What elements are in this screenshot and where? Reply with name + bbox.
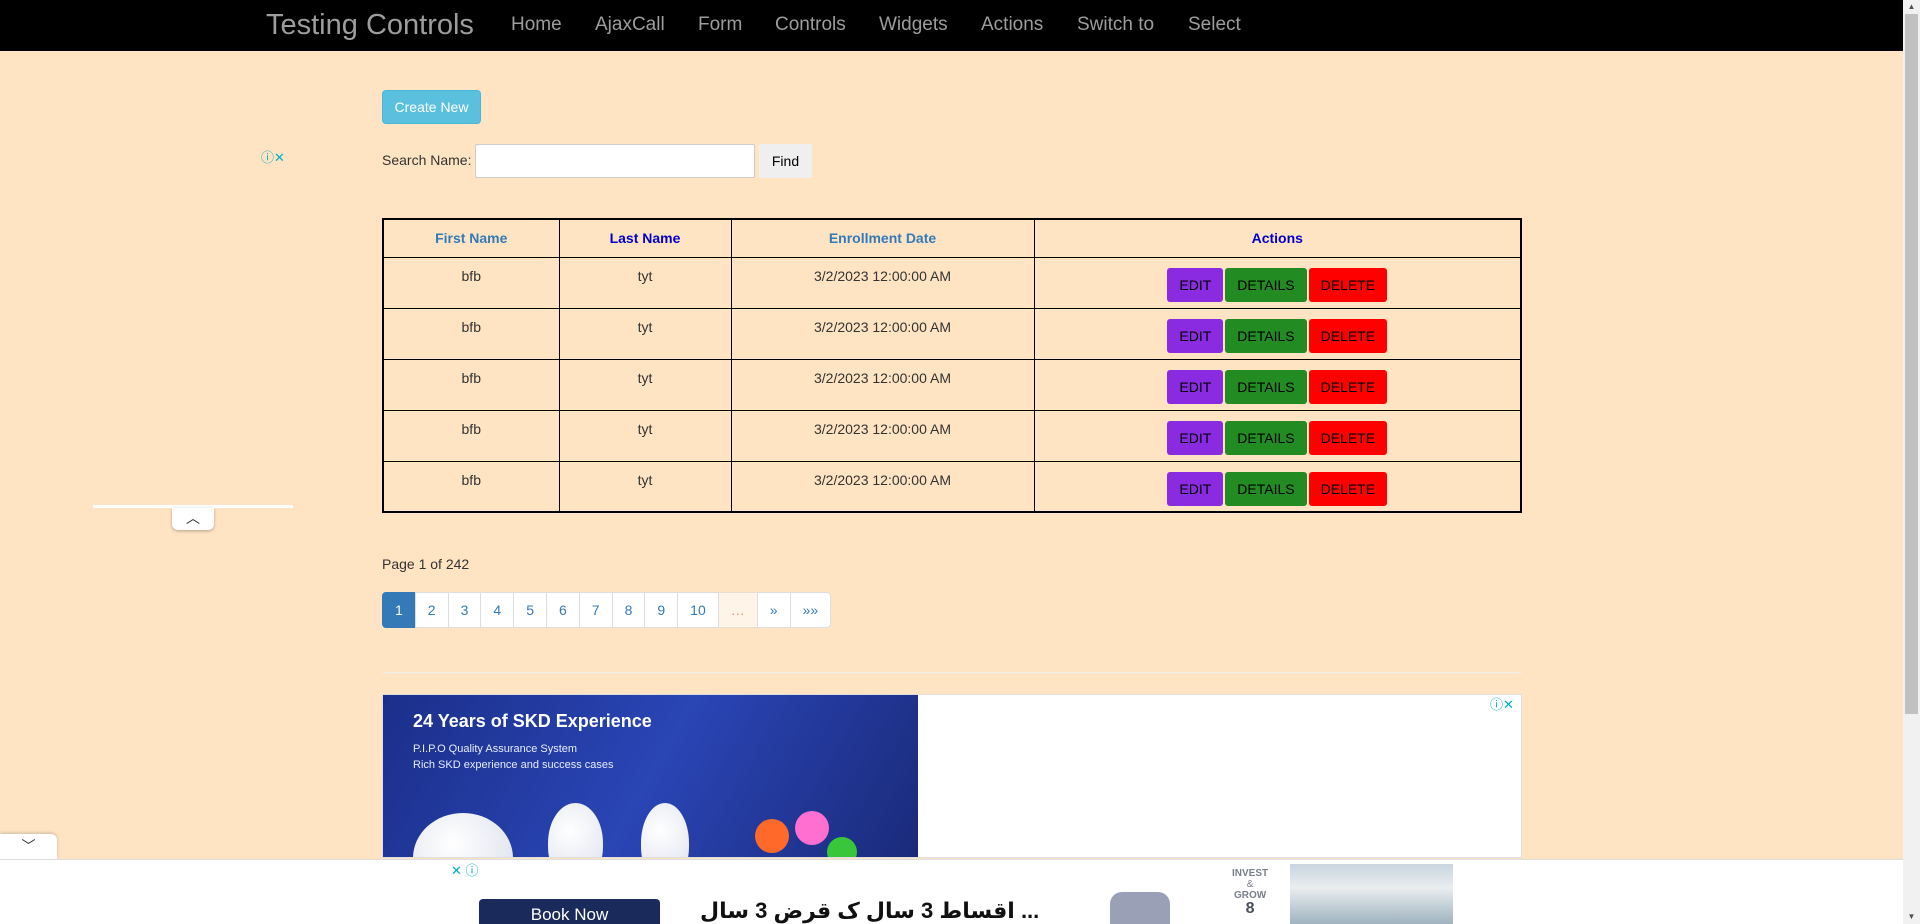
nav-select[interactable]: Select — [1188, 14, 1241, 36]
chevron-up-icon[interactable]: ︿ — [172, 508, 214, 530]
page-link-9[interactable]: 9 — [644, 592, 679, 628]
bulb-image — [755, 819, 789, 853]
building-image — [1290, 864, 1453, 924]
brand-logo-icon — [1110, 892, 1170, 924]
nav-widgets[interactable]: Widgets — [879, 14, 948, 36]
delete-button[interactable]: DELETE — [1308, 369, 1388, 404]
table-row: bfb tyt 3/2/2023 12:00:00 AM EDIT DETAILS… — [382, 358, 1522, 411]
pagination: 1 2 3 4 5 6 7 8 9 10 … » »» — [382, 592, 832, 628]
brand-link[interactable]: Testing Controls — [266, 9, 474, 41]
delete-button[interactable]: DELETE — [1308, 420, 1388, 455]
details-button[interactable]: DETAILS — [1225, 420, 1307, 455]
header-enrollment-date[interactable]: Enrollment Date — [730, 218, 1035, 258]
scroll-thumb[interactable] — [1905, 14, 1918, 714]
cell-enrollment-date: 3/2/2023 12:00:00 AM — [730, 409, 1035, 462]
page-link-7[interactable]: 7 — [578, 592, 613, 628]
banner-ad[interactable]: 24 Years of SKD Experience P.I.P.O Quali… — [382, 694, 1522, 858]
details-button[interactable]: DETAILS — [1225, 471, 1307, 506]
cell-enrollment-date: 3/2/2023 12:00:00 AM — [730, 256, 1035, 309]
page-info: Page 1 of 242 — [382, 556, 470, 572]
cell-first-name: bfb — [382, 256, 560, 309]
details-button[interactable]: DETAILS — [1225, 267, 1307, 302]
cell-last-name: tyt — [558, 409, 732, 462]
nav-actions[interactable]: Actions — [981, 14, 1043, 36]
cell-actions: EDIT DETAILS DELETE — [1033, 307, 1522, 360]
page-link-6[interactable]: 6 — [545, 592, 580, 628]
invest-grow-label: INVEST & GROW 8 — [1232, 868, 1269, 917]
page-link-2[interactable]: 2 — [414, 592, 449, 628]
page-ellipsis: … — [717, 592, 758, 628]
banner-ad-title: 24 Years of SKD Experience — [413, 711, 652, 731]
top-navbar: Testing Controls Home AjaxCall Form Cont… — [0, 0, 1903, 51]
header-last-name: Last Name — [558, 218, 732, 258]
cell-last-name: tyt — [558, 358, 732, 411]
delete-button[interactable]: DELETE — [1308, 267, 1388, 302]
ad-choices-icon[interactable]: ⓘ✕ — [1490, 694, 1514, 713]
bulb-image — [827, 837, 857, 857]
next-page-link[interactable]: » — [756, 592, 791, 628]
banner-ad-line: P.I.P.O Quality Assurance System — [413, 743, 578, 755]
bulb-image — [795, 811, 829, 845]
cell-first-name: bfb — [382, 307, 560, 360]
nav-switch-to[interactable]: Switch to — [1077, 14, 1154, 36]
page-link-5[interactable]: 5 — [513, 592, 547, 628]
edit-button[interactable]: EDIT — [1167, 471, 1224, 506]
students-table: First Name Last Name Enrollment Date Act… — [382, 218, 1522, 513]
page-link-4[interactable]: 4 — [480, 592, 515, 628]
scroll-down-icon[interactable]: ▼ — [1905, 911, 1918, 923]
edit-button[interactable]: EDIT — [1167, 420, 1224, 455]
page-link-3[interactable]: 3 — [447, 592, 482, 628]
book-now-button[interactable]: Book Now — [479, 899, 660, 924]
table-row: bfb tyt 3/2/2023 12:00:00 AM EDIT DETAILS… — [382, 409, 1522, 462]
nav-form[interactable]: Form — [698, 14, 742, 36]
cell-first-name: bfb — [382, 460, 560, 513]
ad-choices-icon[interactable]: ⓘ✕ — [261, 151, 285, 165]
table-row: bfb tyt 3/2/2023 12:00:00 AM EDIT DETAILS… — [382, 460, 1522, 513]
table-row: bfb tyt 3/2/2023 12:00:00 AM EDIT DETAILS… — [382, 256, 1522, 309]
bottom-ad-text: اقساط 3 سال ک قرض 3 سال ... — [700, 898, 1040, 923]
header-first-name[interactable]: First Name — [382, 218, 560, 258]
chevron-down-icon[interactable]: ﹀ — [0, 834, 57, 859]
nav-ajaxcall[interactable]: AjaxCall — [595, 14, 665, 36]
banner-ad-line: Rich SKD experience and success cases — [413, 759, 614, 771]
delete-button[interactable]: DELETE — [1308, 318, 1388, 353]
page-link-1[interactable]: 1 — [382, 592, 416, 628]
cell-first-name: bfb — [382, 409, 560, 462]
cell-last-name: tyt — [558, 256, 732, 309]
cell-enrollment-date: 3/2/2023 12:00:00 AM — [730, 358, 1035, 411]
bulb-image — [641, 803, 689, 857]
cell-actions: EDIT DETAILS DELETE — [1033, 409, 1522, 462]
cell-actions: EDIT DETAILS DELETE — [1033, 460, 1522, 513]
header-actions: Actions — [1033, 218, 1522, 258]
edit-button[interactable]: EDIT — [1167, 369, 1224, 404]
find-button[interactable]: Find — [759, 144, 812, 178]
bulb-image — [413, 813, 513, 857]
page-link-10[interactable]: 10 — [677, 592, 719, 628]
edit-button[interactable]: EDIT — [1167, 318, 1224, 353]
table-row: bfb tyt 3/2/2023 12:00:00 AM EDIT DETAILS… — [382, 307, 1522, 360]
search-name-label: Search Name: — [382, 152, 472, 168]
delete-button[interactable]: DELETE — [1308, 471, 1388, 506]
edit-button[interactable]: EDIT — [1167, 267, 1224, 302]
cell-enrollment-date: 3/2/2023 12:00:00 AM — [730, 460, 1035, 513]
cell-actions: EDIT DETAILS DELETE — [1033, 256, 1522, 309]
details-button[interactable]: DETAILS — [1225, 369, 1307, 404]
cell-first-name: bfb — [382, 358, 560, 411]
ad-choices-icon[interactable]: ✕ ⓘ — [451, 864, 479, 878]
details-button[interactable]: DETAILS — [1225, 318, 1307, 353]
cell-last-name: tyt — [558, 460, 732, 513]
last-page-link[interactable]: »» — [789, 592, 832, 628]
create-new-button[interactable]: Create New — [382, 90, 481, 124]
banner-ad-image[interactable]: 24 Years of SKD Experience P.I.P.O Quali… — [383, 695, 918, 857]
search-name-input[interactable] — [475, 144, 755, 178]
scroll-up-icon[interactable]: ▲ — [1905, 1, 1918, 13]
page-link-8[interactable]: 8 — [611, 592, 646, 628]
nav-home[interactable]: Home — [511, 14, 562, 36]
cell-actions: EDIT DETAILS DELETE — [1033, 358, 1522, 411]
cell-last-name: tyt — [558, 307, 732, 360]
cell-enrollment-date: 3/2/2023 12:00:00 AM — [730, 307, 1035, 360]
divider — [382, 672, 1522, 673]
nav-controls[interactable]: Controls — [775, 14, 846, 36]
bulb-image — [548, 803, 603, 857]
